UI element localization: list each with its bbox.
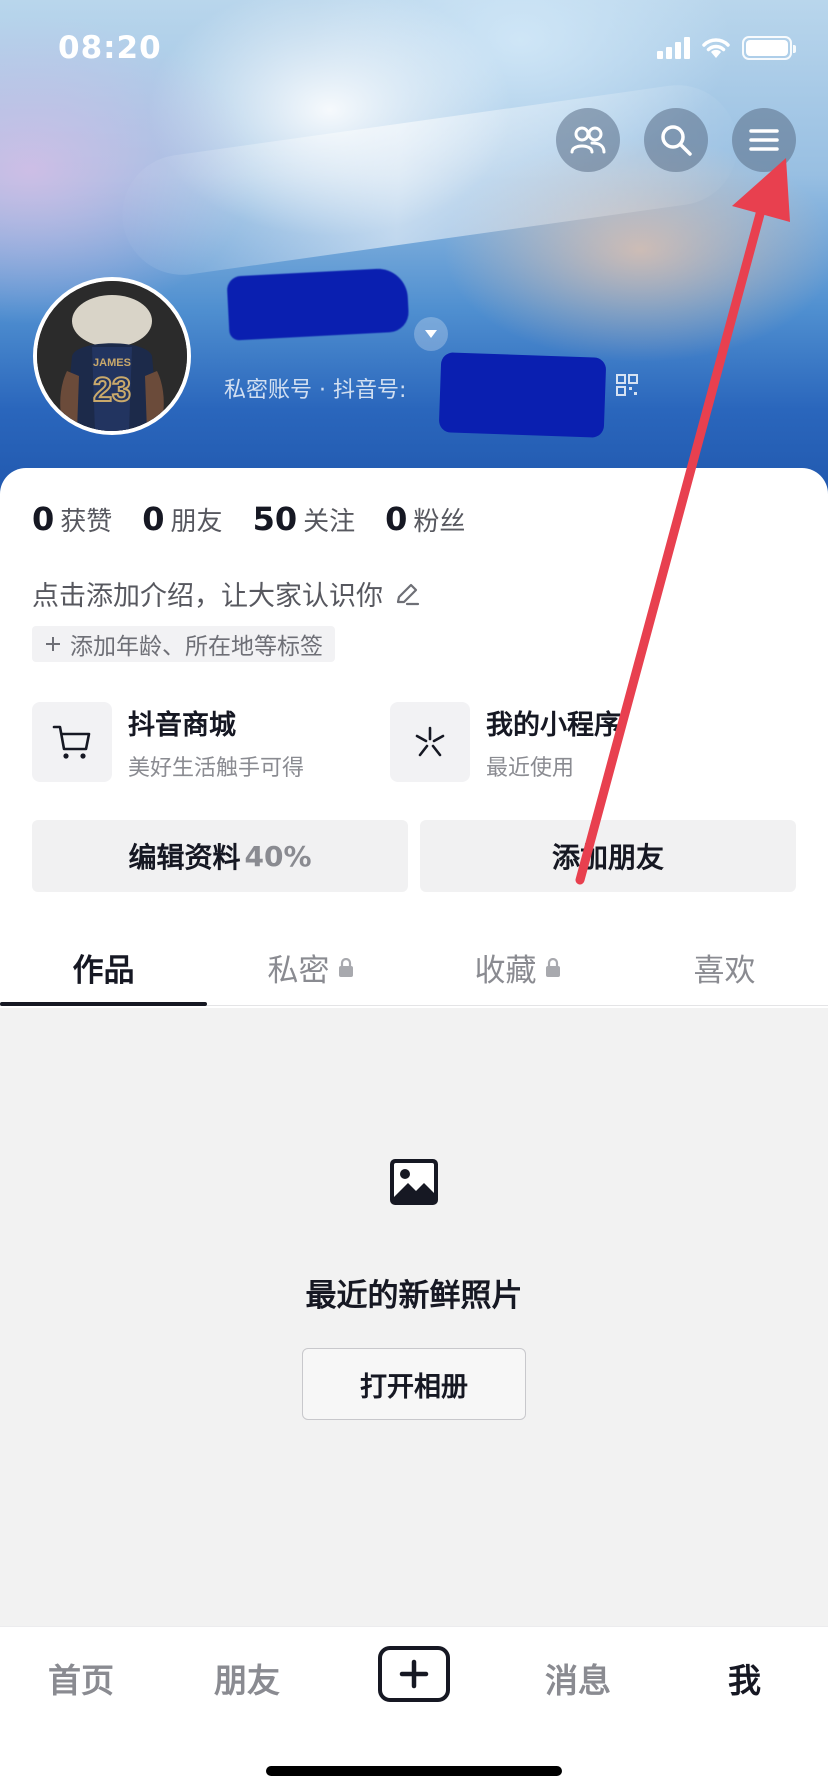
- edit-profile-button[interactable]: 编辑资料 40%: [32, 820, 408, 892]
- stat-label: 获赞: [60, 507, 113, 537]
- caret-down-icon: [425, 330, 437, 338]
- tab-works[interactable]: 作品: [0, 930, 207, 1006]
- tab-favorites[interactable]: 收藏: [414, 930, 621, 1005]
- people-icon: [570, 126, 606, 154]
- wifi-icon: [702, 38, 730, 58]
- open-album-label: 打开相册: [360, 1371, 468, 1403]
- cart-icon: [52, 725, 91, 759]
- account-prefix: 私密账号 · 抖音号:: [224, 378, 407, 403]
- add-friend-button[interactable]: 添加朋友: [420, 820, 796, 892]
- bio-placeholder[interactable]: 点击添加介绍，让大家认识你: [32, 574, 421, 613]
- friends-button[interactable]: [556, 108, 620, 172]
- stat-label: 粉丝: [413, 507, 466, 537]
- nav-me[interactable]: 我: [728, 1654, 761, 1702]
- search-icon: [661, 125, 692, 156]
- tab-label: 作品: [72, 953, 135, 989]
- account-info: 私密账号 · 抖音号:: [224, 372, 406, 404]
- status-icons: [657, 36, 796, 60]
- tab-label: 私密: [267, 953, 330, 989]
- pencil-icon: [396, 583, 420, 605]
- avatar-image: JAMES 23: [37, 281, 187, 431]
- shortcut-icon-box: [32, 702, 112, 782]
- shortcut-subtitle: 美好生活触手可得: [128, 755, 305, 781]
- tab-label: 喜欢: [693, 953, 756, 989]
- shortcut-subtitle: 最近使用: [486, 755, 575, 781]
- content-tabs: 作品 私密 收藏 喜欢: [0, 930, 828, 1006]
- stat-value: 0: [32, 500, 55, 538]
- battery-icon: [742, 36, 796, 60]
- account-id-redaction: [438, 352, 607, 438]
- nav-friends[interactable]: 朋友: [214, 1654, 280, 1702]
- stats-row: 0 获赞 0 朋友 50 关注 0 粉丝: [32, 500, 495, 538]
- add-friend-label: 添加朋友: [551, 841, 664, 874]
- search-button[interactable]: [644, 108, 708, 172]
- account-switch-button[interactable]: [414, 317, 448, 351]
- shortcut-mall[interactable]: 抖音商城 美好生活触手可得: [32, 702, 304, 782]
- nav-messages[interactable]: 消息: [545, 1654, 611, 1702]
- stat-likes[interactable]: 0 获赞: [32, 500, 112, 538]
- signal-icon: [657, 37, 690, 59]
- nav-home[interactable]: 首页: [48, 1654, 114, 1702]
- lock-icon: [338, 957, 354, 978]
- open-album-button[interactable]: 打开相册: [302, 1348, 526, 1420]
- home-indicator: [266, 1766, 562, 1776]
- svg-text:23: 23: [93, 371, 131, 409]
- stat-followers[interactable]: 0 粉丝: [385, 500, 465, 538]
- empty-state-title: 最近的新鲜照片: [305, 1278, 523, 1314]
- tag-chip-label: 添加年龄、所在地等标签: [70, 634, 323, 660]
- stat-label: 朋友: [170, 507, 223, 537]
- tab-label: 收藏: [474, 953, 537, 989]
- status-time: 08:20: [58, 30, 162, 66]
- profile-completion: 40%: [244, 839, 312, 873]
- avatar[interactable]: JAMES 23: [33, 277, 191, 435]
- shortcut-mini-programs[interactable]: 我的小程序 最近使用: [390, 702, 621, 782]
- stat-following[interactable]: 50 关注: [253, 500, 356, 538]
- stat-friends[interactable]: 0 朋友: [142, 500, 222, 538]
- mini-program-icon: [415, 726, 445, 757]
- plus-icon: [46, 637, 60, 651]
- plus-icon: [399, 1659, 429, 1689]
- stat-value: 50: [252, 500, 298, 538]
- shortcut-title: 我的小程序: [486, 709, 621, 741]
- tab-likes[interactable]: 喜欢: [621, 930, 828, 1005]
- qr-code-icon[interactable]: [616, 374, 638, 396]
- tab-private[interactable]: 私密: [207, 930, 414, 1005]
- create-button[interactable]: [378, 1646, 450, 1702]
- add-tags-chip[interactable]: 添加年龄、所在地等标签: [32, 626, 335, 662]
- menu-icon: [749, 129, 779, 151]
- shortcut-title: 抖音商城: [128, 709, 236, 741]
- stat-value: 0: [142, 500, 165, 538]
- lock-icon: [545, 957, 561, 978]
- bio-text: 点击添加介绍，让大家认识你: [32, 581, 383, 612]
- stat-value: 0: [385, 500, 408, 538]
- svg-text:JAMES: JAMES: [93, 357, 131, 369]
- shortcut-icon-box: [390, 702, 470, 782]
- image-icon: [390, 1159, 438, 1205]
- stat-label: 关注: [303, 507, 356, 537]
- edit-profile-label: 编辑资料: [128, 841, 241, 874]
- username-redaction: [226, 267, 410, 341]
- menu-button[interactable]: [732, 108, 796, 172]
